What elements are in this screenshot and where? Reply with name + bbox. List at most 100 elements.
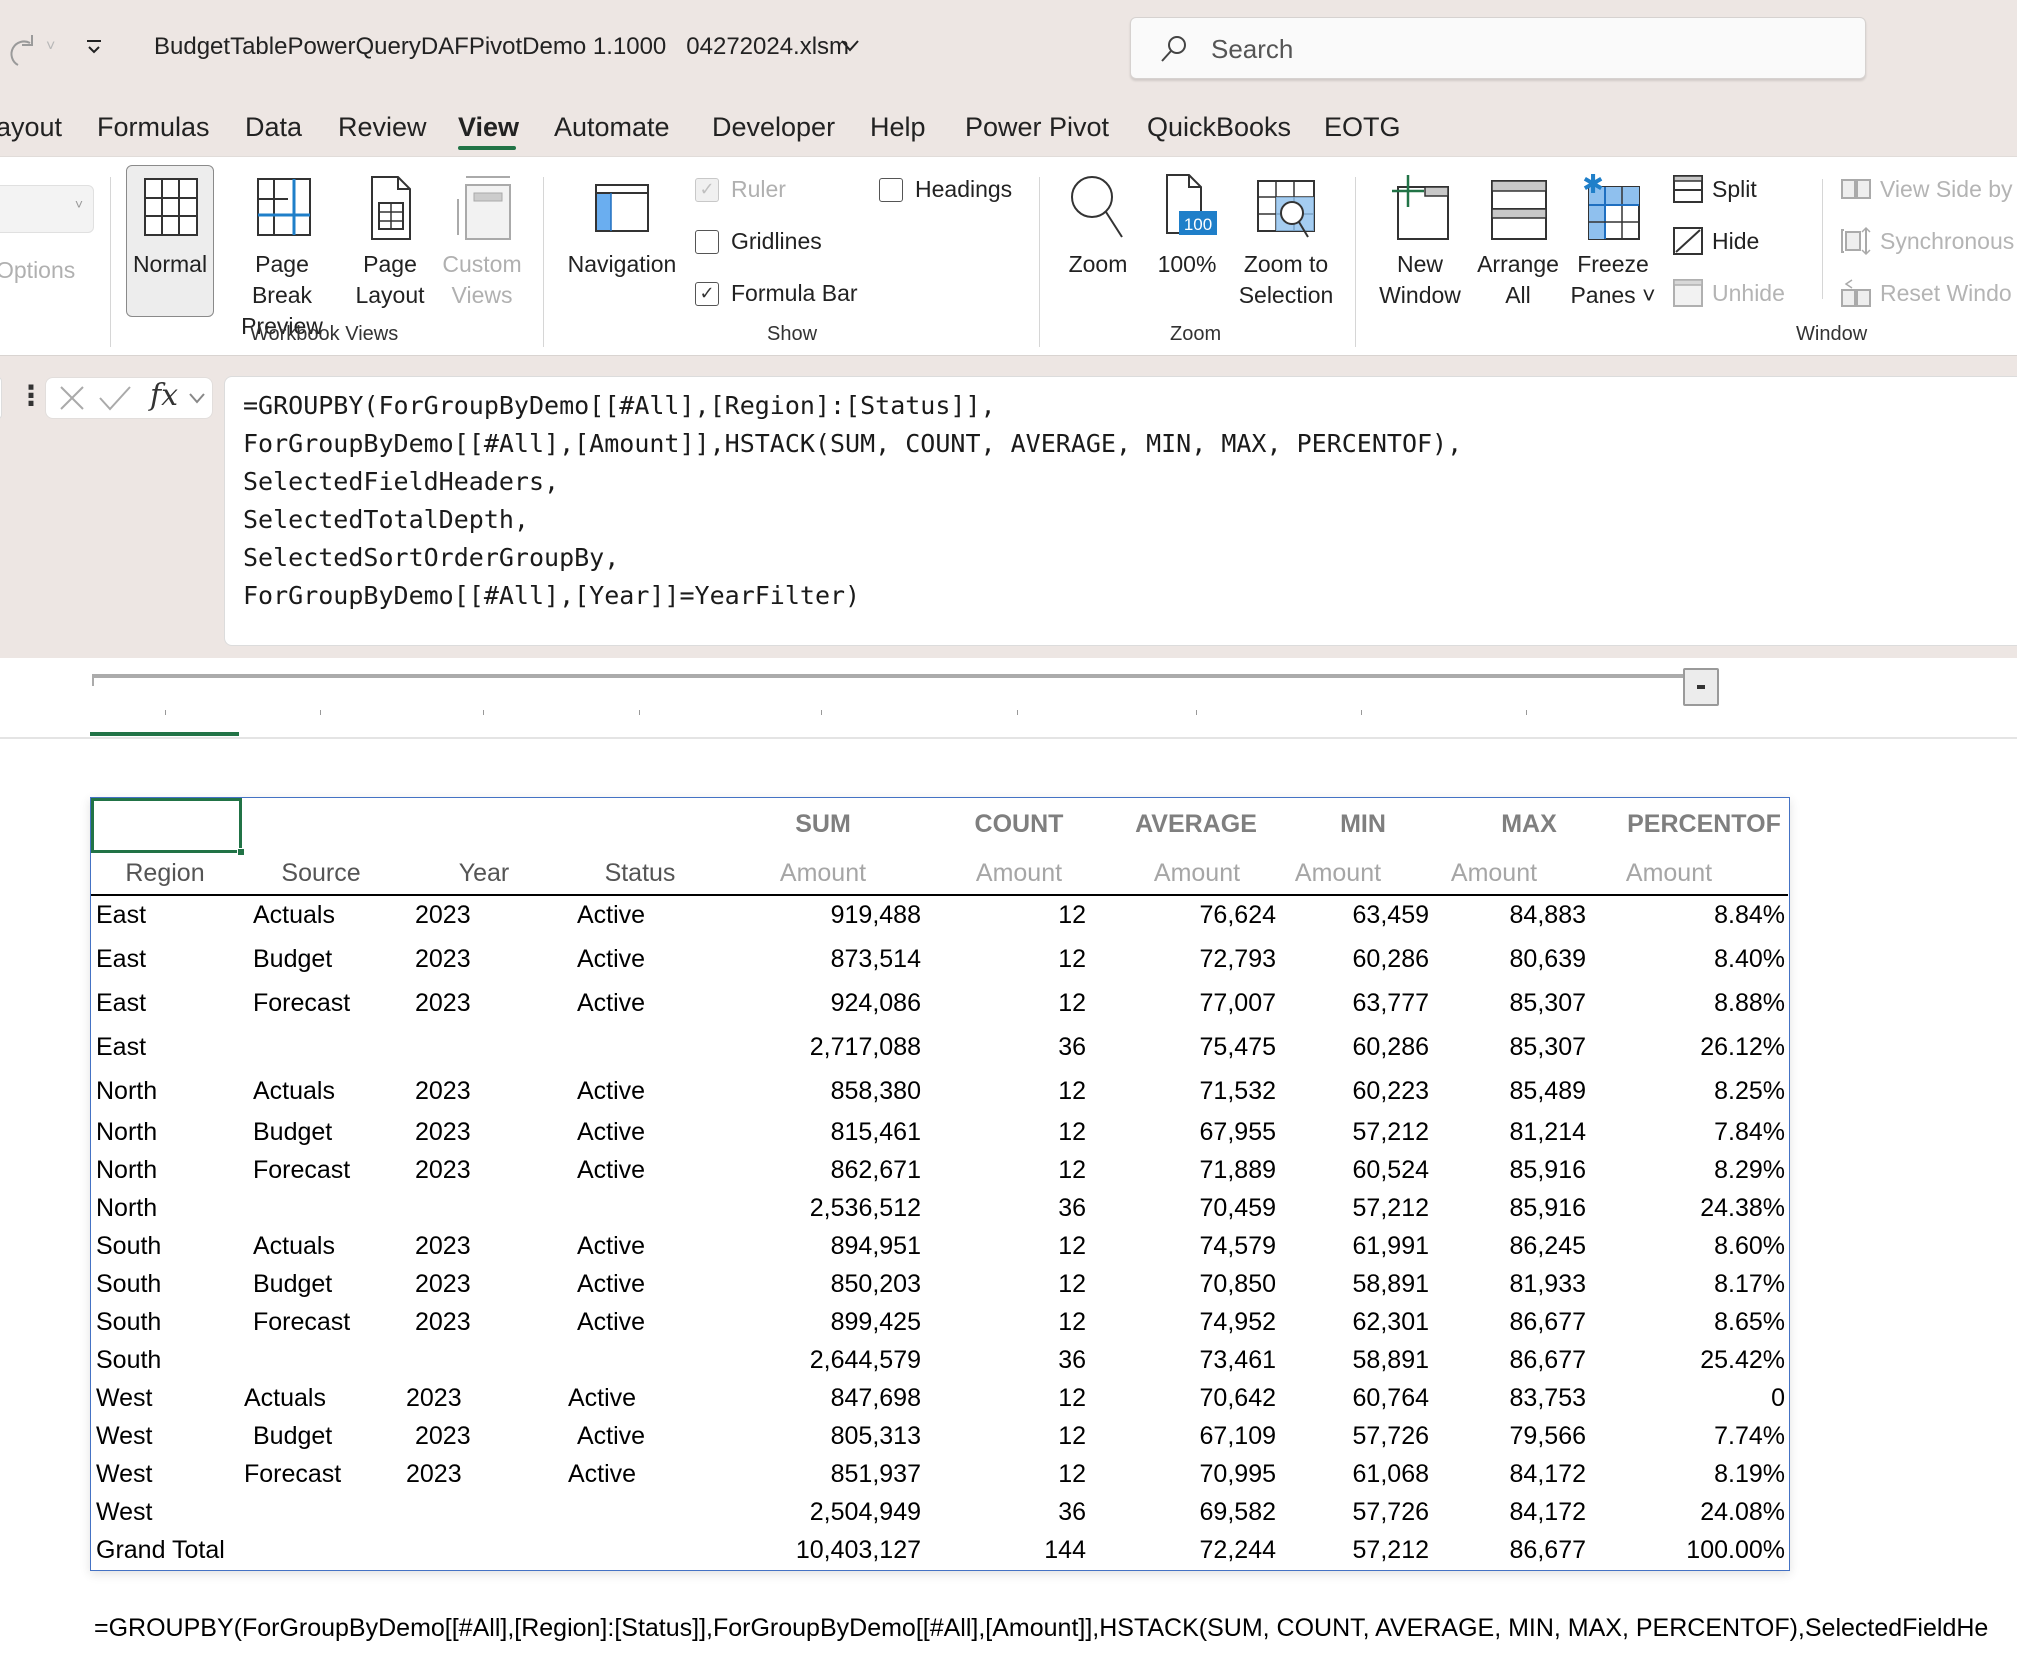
- table-cell[interactable]: South: [96, 1308, 246, 1337]
- table-cell[interactable]: 12: [951, 1118, 1086, 1147]
- table-cell[interactable]: 69,582: [1091, 1498, 1276, 1527]
- table-cell[interactable]: 12: [951, 1232, 1086, 1261]
- table-cell[interactable]: 84,172: [1436, 1460, 1586, 1489]
- table-cell[interactable]: Active: [577, 945, 727, 974]
- table-cell[interactable]: 80,639: [1436, 945, 1586, 974]
- table-cell[interactable]: 70,642: [1091, 1384, 1276, 1413]
- table-cell[interactable]: 8.19%: [1591, 1460, 1785, 1489]
- table-cell[interactable]: 805,313: [741, 1422, 921, 1451]
- table-cell[interactable]: 24.38%: [1591, 1194, 1785, 1223]
- navigation-button[interactable]: Navigation: [562, 167, 682, 280]
- outline-collapse-button[interactable]: [1683, 668, 1719, 706]
- redo-icon[interactable]: [4, 33, 38, 69]
- table-cell[interactable]: 858,380: [741, 1077, 921, 1106]
- tab-review[interactable]: Review: [338, 112, 427, 143]
- table-cell[interactable]: 57,212: [1291, 1536, 1429, 1565]
- table-cell[interactable]: 76,624: [1091, 901, 1276, 930]
- table-cell[interactable]: 2023: [415, 1232, 525, 1261]
- table-cell[interactable]: Forecast: [253, 1156, 403, 1185]
- customize-quick-access-icon[interactable]: [86, 38, 102, 58]
- table-cell[interactable]: Active: [568, 1460, 718, 1489]
- tab-view[interactable]: View: [458, 112, 519, 143]
- hide-button[interactable]: Hide: [1672, 226, 1759, 256]
- table-cell[interactable]: 12: [951, 901, 1086, 930]
- table-cell[interactable]: 74,579: [1091, 1232, 1276, 1261]
- table-cell[interactable]: 7.84%: [1591, 1118, 1785, 1147]
- table-cell[interactable]: 81,933: [1436, 1270, 1586, 1299]
- table-cell[interactable]: 2,644,579: [741, 1346, 921, 1375]
- tab-automate[interactable]: Automate: [554, 112, 670, 143]
- table-cell[interactable]: North: [96, 1118, 246, 1147]
- table-cell[interactable]: 57,726: [1291, 1498, 1429, 1527]
- formula-bar-checkbox[interactable]: ✓ Formula Bar: [695, 280, 858, 307]
- table-cell[interactable]: 67,109: [1091, 1422, 1276, 1451]
- table-cell[interactable]: 74,952: [1091, 1308, 1276, 1337]
- zoom-to-selection-button[interactable]: Zoom to Selection: [1232, 167, 1340, 311]
- table-cell[interactable]: Active: [577, 1232, 727, 1261]
- zoom-100-button[interactable]: 100 100%: [1150, 167, 1224, 280]
- table-cell[interactable]: 62,301: [1291, 1308, 1429, 1337]
- table-cell[interactable]: 81,214: [1436, 1118, 1586, 1147]
- table-cell[interactable]: 84,172: [1436, 1498, 1586, 1527]
- table-cell[interactable]: 86,677: [1436, 1346, 1586, 1375]
- table-cell[interactable]: 2,717,088: [741, 1033, 921, 1062]
- ruler-checkbox[interactable]: ✓ Ruler: [695, 176, 786, 203]
- table-cell[interactable]: 2023: [415, 1118, 525, 1147]
- table-cell[interactable]: East: [96, 1033, 246, 1062]
- table-cell[interactable]: 60,524: [1291, 1156, 1429, 1185]
- table-cell[interactable]: 8.60%: [1591, 1232, 1785, 1261]
- chevron-down-icon[interactable]: [188, 392, 206, 404]
- table-cell[interactable]: 100.00%: [1591, 1536, 1785, 1565]
- table-cell[interactable]: 0: [1591, 1384, 1785, 1413]
- table-cell[interactable]: Budget: [253, 945, 403, 974]
- more-options-icon[interactable]: ⋮: [17, 382, 45, 410]
- table-cell[interactable]: 8.25%: [1591, 1077, 1785, 1106]
- table-cell[interactable]: 73,461: [1091, 1346, 1276, 1375]
- name-box[interactable]: [0, 377, 2, 419]
- table-cell[interactable]: 2,504,949: [741, 1498, 921, 1527]
- table-cell[interactable]: 85,307: [1436, 989, 1586, 1018]
- gridlines-checkbox[interactable]: Gridlines: [695, 228, 822, 255]
- page-break-preview-button[interactable]: Page Break Preview: [222, 167, 342, 342]
- table-cell[interactable]: South: [96, 1270, 246, 1299]
- table-cell[interactable]: 24.08%: [1591, 1498, 1785, 1527]
- table-cell[interactable]: 919,488: [741, 901, 921, 930]
- table-cell[interactable]: 85,307: [1436, 1033, 1586, 1062]
- table-cell[interactable]: 2023: [415, 1156, 525, 1185]
- table-cell[interactable]: Forecast: [253, 989, 403, 1018]
- table-cell[interactable]: 61,991: [1291, 1232, 1429, 1261]
- sheet-view-options-button[interactable]: Options: [0, 257, 75, 284]
- normal-view-button[interactable]: Normal: [126, 167, 214, 280]
- table-cell[interactable]: 12: [951, 1270, 1086, 1299]
- table-cell[interactable]: 8.65%: [1591, 1308, 1785, 1337]
- sheet-view-dropdown[interactable]: ˅: [0, 185, 94, 233]
- table-cell[interactable]: 2023: [415, 989, 525, 1018]
- table-cell[interactable]: 86,677: [1436, 1536, 1586, 1565]
- fill-handle[interactable]: [237, 848, 245, 856]
- table-cell[interactable]: 36: [951, 1194, 1086, 1223]
- table-cell[interactable]: East: [96, 901, 246, 930]
- table-cell[interactable]: North: [96, 1156, 246, 1185]
- table-cell[interactable]: 57,212: [1291, 1118, 1429, 1147]
- table-cell[interactable]: 873,514: [741, 945, 921, 974]
- table-cell[interactable]: South: [96, 1346, 246, 1375]
- table-cell[interactable]: Actuals: [253, 901, 403, 930]
- table-cell[interactable]: Budget: [253, 1118, 403, 1147]
- table-cell[interactable]: Active: [577, 1077, 727, 1106]
- table-cell[interactable]: 79,566: [1436, 1422, 1586, 1451]
- table-cell[interactable]: 8.40%: [1591, 945, 1785, 974]
- table-cell[interactable]: South: [96, 1232, 246, 1261]
- view-side-by-side-button[interactable]: View Side by: [1840, 174, 2013, 204]
- table-cell[interactable]: 2023: [415, 945, 525, 974]
- table-cell[interactable]: 2023: [415, 1422, 525, 1451]
- table-cell[interactable]: 58,891: [1291, 1346, 1429, 1375]
- table-cell[interactable]: Actuals: [244, 1384, 394, 1413]
- table-cell[interactable]: North: [96, 1194, 246, 1223]
- table-cell[interactable]: 70,850: [1091, 1270, 1276, 1299]
- table-cell[interactable]: 12: [951, 1460, 1086, 1489]
- table-cell[interactable]: West: [96, 1422, 246, 1451]
- table-cell[interactable]: 70,459: [1091, 1194, 1276, 1223]
- table-cell[interactable]: Forecast: [253, 1308, 403, 1337]
- table-cell[interactable]: 72,793: [1091, 945, 1276, 974]
- tab-formulas[interactable]: Formulas: [97, 112, 210, 143]
